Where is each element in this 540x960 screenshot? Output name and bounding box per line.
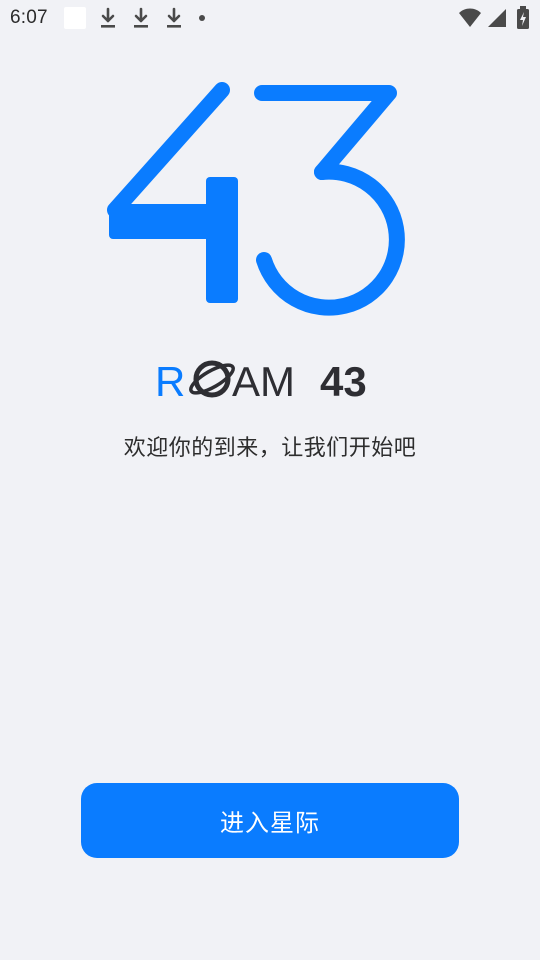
battery-charging-icon	[517, 6, 529, 29]
brand-number: 43	[320, 358, 367, 405]
status-notification-icons	[63, 7, 205, 29]
enter-button[interactable]: 进入星际	[81, 783, 459, 858]
hero-digit-four	[107, 82, 238, 303]
status-bar: 6:07	[0, 0, 540, 36]
download-icon	[166, 7, 181, 28]
download-icon	[100, 7, 115, 28]
brand-letter-r: R	[155, 358, 185, 405]
welcome-screen: 6:07 R AM 43 欢迎你的到来，让我们开始吧 进入星际	[0, 0, 540, 960]
planet-icon	[189, 360, 235, 398]
brand-logo: R AM 43	[155, 358, 367, 405]
notification-square-icon	[63, 7, 86, 29]
welcome-text: 欢迎你的到来，让我们开始吧	[123, 436, 417, 461]
enter-button-label: 进入星际	[220, 810, 320, 837]
cell-signal-icon	[488, 9, 506, 27]
wifi-icon	[459, 8, 481, 27]
brand-letters-am: AM	[232, 358, 295, 405]
status-system-icons	[458, 6, 530, 30]
download-icon	[133, 7, 148, 28]
hero-number-43	[107, 82, 405, 316]
hero-digit-three	[254, 85, 405, 316]
status-time: 6:07	[10, 7, 48, 28]
dot-icon	[198, 15, 205, 21]
